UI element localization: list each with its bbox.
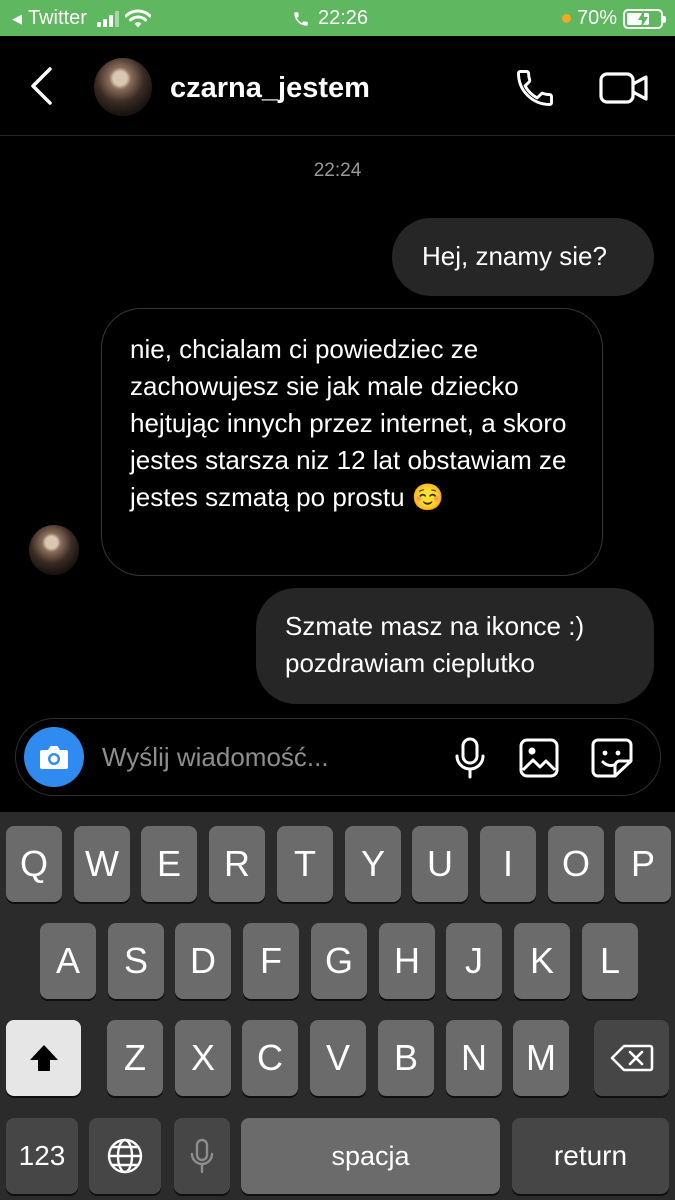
avatar[interactable] bbox=[94, 58, 152, 116]
received-message[interactable]: nie, chcialam ci powiedziec ze zachowuje… bbox=[101, 308, 603, 576]
space-key[interactable]: spacja bbox=[241, 1118, 500, 1194]
key-f[interactable]: F bbox=[243, 923, 299, 999]
key-m[interactable]: M bbox=[513, 1020, 569, 1096]
back-arrow-icon: ◀ bbox=[12, 10, 22, 26]
chat-header: czarna_jestem bbox=[0, 36, 675, 136]
key-i[interactable]: I bbox=[480, 826, 536, 902]
key-c[interactable]: C bbox=[242, 1020, 298, 1096]
wifi-icon bbox=[124, 9, 151, 27]
battery-charging-icon bbox=[623, 8, 666, 29]
signal-bars-icon bbox=[96, 10, 119, 27]
key-d[interactable]: D bbox=[175, 923, 231, 999]
sender-avatar[interactable] bbox=[29, 525, 79, 575]
dictation-mic-icon bbox=[190, 1138, 214, 1174]
key-j[interactable]: J bbox=[446, 923, 502, 999]
key-o[interactable]: O bbox=[548, 826, 604, 902]
sent-message[interactable]: Hej, znamy sie? bbox=[392, 218, 654, 296]
shift-key[interactable] bbox=[6, 1020, 81, 1096]
message-input[interactable] bbox=[102, 739, 432, 775]
shift-icon bbox=[29, 1045, 58, 1071]
status-bar-right: 70% bbox=[561, 7, 666, 30]
backspace-key[interactable] bbox=[594, 1020, 669, 1096]
key-s[interactable]: S bbox=[108, 923, 164, 999]
key-t[interactable]: T bbox=[277, 826, 333, 902]
globe-key[interactable] bbox=[89, 1118, 161, 1194]
back-app-label: Twitter bbox=[28, 7, 87, 29]
key-z[interactable]: Z bbox=[107, 1020, 163, 1096]
microphone-icon[interactable] bbox=[452, 737, 488, 779]
gallery-icon[interactable] bbox=[518, 737, 560, 779]
sticker-icon[interactable] bbox=[590, 737, 634, 779]
video-camera-icon[interactable] bbox=[598, 68, 650, 108]
backspace-icon bbox=[610, 1044, 653, 1072]
chevron-left-icon[interactable] bbox=[26, 66, 60, 106]
key-w[interactable]: W bbox=[74, 826, 130, 902]
sent-message[interactable]: Szmate masz na ikonce :) pozdrawiam ciep… bbox=[256, 588, 654, 704]
key-n[interactable]: N bbox=[446, 1020, 502, 1096]
key-a[interactable]: A bbox=[40, 923, 96, 999]
status-bar-center: 22:26 bbox=[292, 7, 368, 30]
key-v[interactable]: V bbox=[310, 1020, 366, 1096]
message-composer bbox=[15, 718, 661, 796]
key-p[interactable]: P bbox=[615, 826, 671, 902]
message-timestamp: 22:24 bbox=[313, 160, 362, 181]
key-u[interactable]: U bbox=[412, 826, 468, 902]
key-b[interactable]: B bbox=[378, 1020, 434, 1096]
numbers-key[interactable]: 123 bbox=[6, 1118, 78, 1194]
key-y[interactable]: Y bbox=[345, 826, 401, 902]
status-bar-left[interactable]: ◀ Twitter bbox=[12, 7, 151, 30]
camera-icon bbox=[40, 746, 68, 769]
key-k[interactable]: K bbox=[514, 923, 570, 999]
battery-percent: 70% bbox=[576, 7, 617, 29]
globe-icon bbox=[107, 1138, 143, 1174]
orange-dot-icon bbox=[561, 14, 571, 23]
status-time: 22:26 bbox=[318, 7, 369, 29]
key-q[interactable]: Q bbox=[6, 826, 62, 902]
status-bar: ◀ Twitter 22:26 70% bbox=[0, 0, 675, 36]
key-g[interactable]: G bbox=[311, 923, 367, 999]
key-x[interactable]: X bbox=[175, 1020, 231, 1096]
key-h[interactable]: H bbox=[379, 923, 435, 999]
chat-username[interactable]: czarna_jestem bbox=[170, 72, 370, 105]
dictation-key[interactable] bbox=[174, 1118, 230, 1194]
phone-call-icon bbox=[294, 11, 308, 26]
phone-icon[interactable] bbox=[512, 66, 558, 110]
camera-button[interactable] bbox=[24, 727, 84, 787]
key-l[interactable]: L bbox=[582, 923, 638, 999]
key-r[interactable]: R bbox=[209, 826, 265, 902]
return-key[interactable]: return bbox=[512, 1118, 669, 1194]
key-e[interactable]: E bbox=[141, 826, 197, 902]
keyboard: 123 spacja return QWERTYUIOP ASDFGHJKL ZXC… bbox=[0, 812, 675, 1200]
